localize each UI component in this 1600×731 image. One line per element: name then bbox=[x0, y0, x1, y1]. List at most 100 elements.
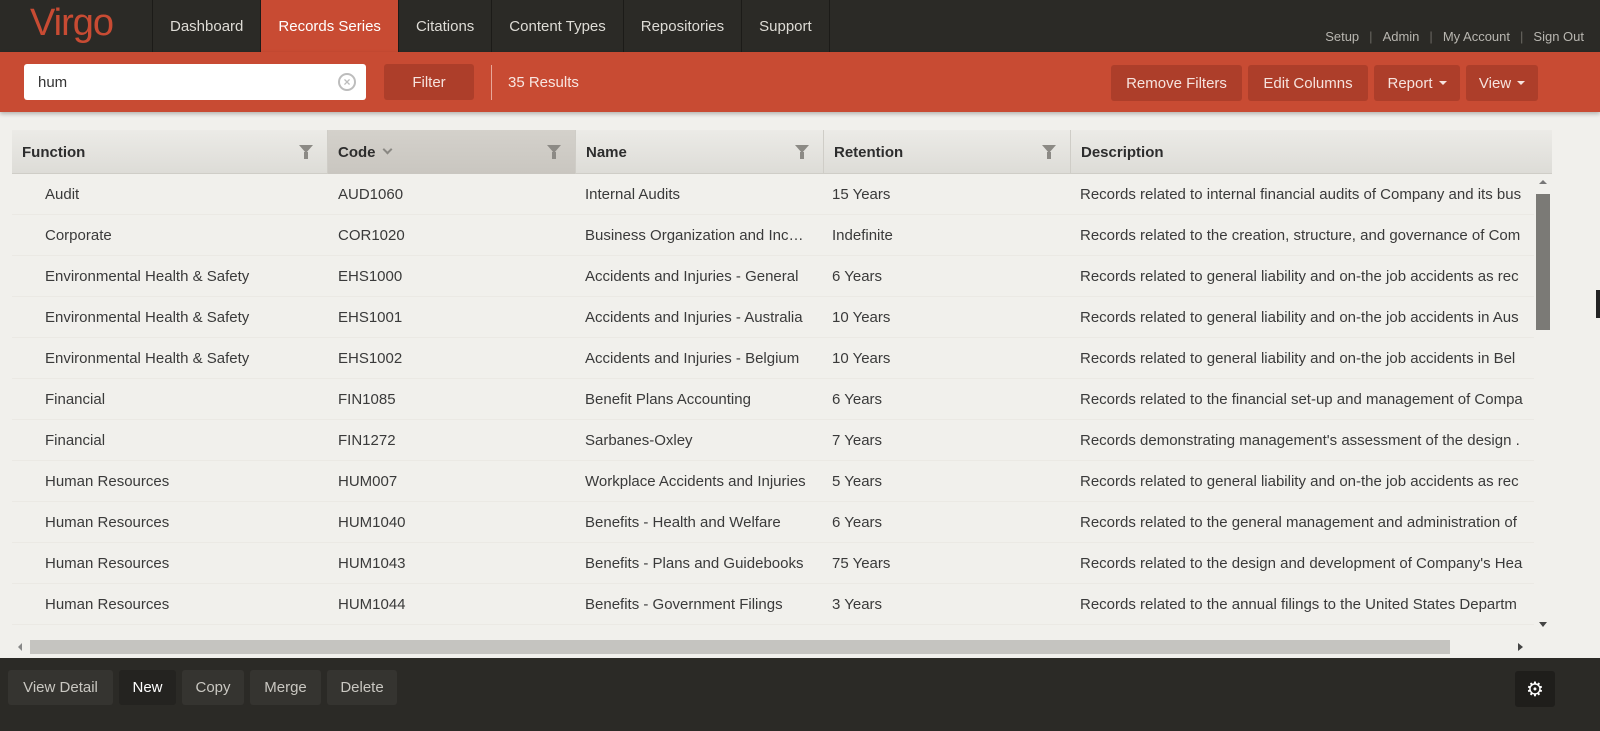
sign-out-link[interactable]: Sign Out bbox=[1533, 29, 1584, 44]
cell-code: EHS1001 bbox=[338, 309, 403, 326]
view-detail-button[interactable]: View Detail bbox=[8, 670, 113, 705]
view-label: View bbox=[1478, 74, 1512, 92]
scroll-up-icon[interactable] bbox=[1539, 180, 1547, 184]
filter-button[interactable]: Filter bbox=[384, 64, 474, 100]
utility-links: Setup | Admin | My Account | Sign Out bbox=[1325, 29, 1584, 44]
cell-name: Business Organization and Inc… bbox=[585, 227, 804, 244]
table-row[interactable]: Environmental Health & Safety EHS1002 Acci… bbox=[12, 338, 1534, 379]
cell-description: Records related to the design and develo… bbox=[1080, 555, 1523, 572]
results-count: 35 Results bbox=[508, 74, 579, 91]
table-row[interactable]: Human Resources HUM1040 Benefits - Health … bbox=[12, 502, 1534, 543]
cell-code: HUM1040 bbox=[338, 514, 406, 531]
column-label: Function bbox=[22, 143, 86, 161]
funnel-icon[interactable] bbox=[1042, 145, 1056, 159]
scroll-down-icon[interactable] bbox=[1539, 622, 1547, 627]
cell-name: Internal Audits bbox=[585, 186, 681, 203]
my-account-link[interactable]: My Account bbox=[1443, 29, 1510, 44]
tab-citations[interactable]: Citations bbox=[399, 0, 493, 52]
cell-name: Workplace Accidents and Injuries bbox=[585, 473, 806, 490]
cell-function: Financial bbox=[45, 391, 106, 408]
cell-description: Records related to the creation, structu… bbox=[1080, 227, 1521, 244]
cell-function: Human Resources bbox=[45, 596, 170, 613]
cell-retention: 3 Years bbox=[832, 596, 883, 613]
cell-description: Records related to internal financial au… bbox=[1080, 186, 1522, 203]
tab-support[interactable]: Support bbox=[742, 0, 830, 52]
cell-name: Accidents and Injuries - Australia bbox=[585, 309, 803, 326]
cell-name: Benefits - Plans and Guidebooks bbox=[585, 555, 804, 572]
tab-repositories[interactable]: Repositories bbox=[624, 0, 743, 52]
separator: | bbox=[1520, 29, 1524, 44]
cell-retention: 10 Years bbox=[832, 309, 891, 326]
cell-name: Benefits - Health and Welfare bbox=[585, 514, 781, 531]
caret-down-icon bbox=[1438, 81, 1447, 85]
remove-filters-button[interactable]: Remove Filters bbox=[1111, 65, 1242, 101]
top-nav: Virgo Dashboard Records Series Citations… bbox=[0, 0, 1600, 52]
cell-name: Benefit Plans Accounting bbox=[585, 391, 751, 408]
delete-button[interactable]: Delete bbox=[327, 670, 397, 705]
cell-code: HUM1044 bbox=[338, 596, 406, 613]
column-header-code[interactable]: Code bbox=[328, 130, 576, 174]
clear-circle-icon[interactable]: × bbox=[338, 73, 356, 91]
filter-bar: × Filter 35 Results Remove Filters Edit … bbox=[0, 52, 1600, 112]
table-row[interactable]: Human Resources HUM1043 Benefits - Plans a… bbox=[12, 543, 1534, 584]
table-row[interactable]: Financial FIN1272 Sarbanes-Oxley 7 Years Rec… bbox=[12, 420, 1534, 461]
tab-dashboard[interactable]: Dashboard bbox=[152, 0, 262, 52]
table-row[interactable]: Environmental Health & Safety EHS1001 Acci… bbox=[12, 297, 1534, 338]
column-header-function[interactable]: Function bbox=[12, 130, 328, 174]
cell-description: Records related to general liability and… bbox=[1080, 268, 1519, 285]
column-header-name[interactable]: Name bbox=[576, 130, 824, 174]
table-row[interactable]: Financial FIN1085 Benefit Plans Accounting… bbox=[12, 379, 1534, 420]
table-row[interactable]: Environmental Health & Safety EHS1000 Acci… bbox=[12, 256, 1534, 297]
funnel-icon[interactable] bbox=[547, 145, 561, 159]
setup-link[interactable]: Setup bbox=[1325, 29, 1359, 44]
cell-function: Financial bbox=[45, 432, 106, 449]
cell-retention: 5 Years bbox=[832, 473, 883, 490]
table-row[interactable]: Audit AUD1060 Internal Audits 15 Years Recor… bbox=[12, 174, 1534, 215]
tab-records-series[interactable]: Records Series bbox=[261, 0, 399, 52]
cell-description: Records demonstrating management's asses… bbox=[1080, 432, 1520, 449]
vertical-scrollbar[interactable] bbox=[1534, 174, 1552, 636]
cell-description: Records related to general liability and… bbox=[1080, 350, 1516, 367]
scrollbar-thumb[interactable] bbox=[30, 640, 1450, 654]
cell-name: Accidents and Injuries - General bbox=[585, 268, 799, 285]
new-button[interactable]: New bbox=[119, 670, 176, 705]
cell-code: AUD1060 bbox=[338, 186, 404, 203]
cell-retention: 6 Years bbox=[832, 391, 883, 408]
admin-link[interactable]: Admin bbox=[1383, 29, 1420, 44]
separator: | bbox=[1429, 29, 1433, 44]
cell-name: Sarbanes-Oxley bbox=[585, 432, 693, 449]
cell-description: Records related to general liability and… bbox=[1080, 309, 1519, 326]
table-row[interactable]: Human Resources HUM007 Workplace Accidents… bbox=[12, 461, 1534, 502]
scroll-right-icon[interactable] bbox=[1518, 643, 1523, 651]
scrollbar-thumb[interactable] bbox=[1536, 194, 1550, 330]
merge-button[interactable]: Merge bbox=[250, 670, 321, 705]
column-header-description[interactable]: Description bbox=[1071, 130, 1552, 174]
search-box: × bbox=[24, 64, 366, 100]
nav-tabs: Dashboard Records Series Citations Conte… bbox=[152, 0, 830, 52]
search-input[interactable] bbox=[38, 64, 328, 100]
funnel-icon[interactable] bbox=[299, 145, 313, 159]
column-label: Retention bbox=[834, 143, 904, 161]
scroll-left-icon[interactable] bbox=[18, 643, 22, 651]
table-row[interactable]: Human Resources HUM1044 Benefits - Governm… bbox=[12, 584, 1534, 625]
tab-content-types[interactable]: Content Types bbox=[492, 0, 624, 52]
window-edge-handle bbox=[1596, 290, 1600, 318]
table-row[interactable]: Corporate COR1020 Business Organization an… bbox=[12, 215, 1534, 256]
gear-icon[interactable]: ⚙ bbox=[1515, 671, 1555, 707]
copy-button[interactable]: Copy bbox=[182, 670, 244, 705]
logo[interactable]: Virgo bbox=[30, 2, 114, 45]
cell-code: EHS1002 bbox=[338, 350, 403, 367]
horizontal-scrollbar[interactable] bbox=[12, 638, 1534, 656]
funnel-icon[interactable] bbox=[795, 145, 809, 159]
chevron-down-icon bbox=[382, 144, 392, 155]
cell-function: Human Resources bbox=[45, 473, 170, 490]
report-dropdown[interactable]: Report bbox=[1374, 65, 1460, 101]
cell-description: Records related to the annual filings to… bbox=[1080, 596, 1517, 613]
column-header-retention[interactable]: Retention bbox=[824, 130, 1071, 174]
cell-code: FIN1085 bbox=[338, 391, 396, 408]
view-dropdown[interactable]: View bbox=[1466, 65, 1538, 101]
cell-retention: 15 Years bbox=[832, 186, 891, 203]
edit-columns-button[interactable]: Edit Columns bbox=[1248, 65, 1368, 101]
bottom-toolbar: View Detail New Copy Merge Delete ⚙ bbox=[0, 658, 1600, 731]
cell-name: Accidents and Injuries - Belgium bbox=[585, 350, 800, 367]
